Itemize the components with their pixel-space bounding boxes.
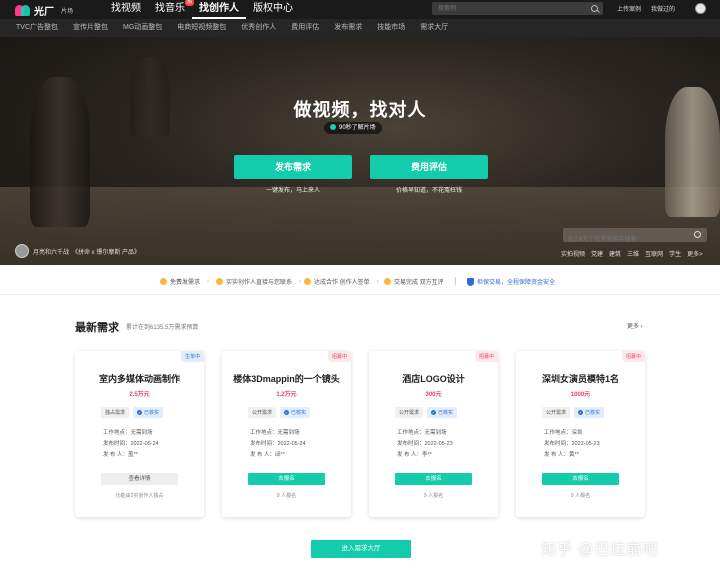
card-title: 酒店LOGO设计 (402, 374, 465, 384)
subnav-item-mg[interactable]: MG动画整包 (123, 19, 162, 37)
step-icon (384, 278, 391, 285)
status-badge: 招募中 (474, 351, 498, 362)
status-badge: 招募中 (621, 351, 645, 362)
subnav-item-ecommerce[interactable]: 电商短视频整包 (177, 19, 226, 37)
card-footer: 9 人报名 (276, 493, 297, 499)
subnav-item-promo[interactable]: 宣传片整包 (73, 19, 108, 37)
top-nav: 光厂 片场 找视频 找音乐热 找创作人 版权中心 上传案例 我做过的 (0, 0, 720, 19)
tag-architecture[interactable]: 建筑 (609, 249, 621, 258)
nav-item-copyright[interactable]: 版权中心 (246, 0, 300, 19)
tag-more[interactable]: 更多> (687, 249, 703, 258)
card-price: 1000元 (570, 392, 591, 398)
step-4: 交易完成 双方互评 (384, 277, 444, 286)
nav-item-videos[interactable]: 找视频 (104, 0, 148, 19)
logo-sub: 片场 (61, 9, 74, 15)
logo[interactable]: 光厂 片场 (15, 3, 73, 18)
case-search (563, 228, 707, 247)
top-links: 上传案例 我做过的 (617, 4, 675, 13)
subnav-item-creators[interactable]: 优秀创作人 (241, 19, 276, 37)
tag-live-action[interactable]: 实拍视频 (561, 249, 585, 258)
upload-case-link[interactable]: 上传案例 (617, 4, 641, 13)
tag-student[interactable]: 学生 (669, 249, 681, 258)
demand-card[interactable]: 生单中 室内多媒体动画制作 2.5万元 独占需求已核实 工作地点：无需到场发布时… (75, 351, 204, 517)
subnav-item-estimate[interactable]: 费用评估 (291, 19, 319, 37)
section-title: 最新需求 (75, 322, 119, 334)
card-footer: 9 人报名 (423, 493, 444, 499)
hero-credit[interactable]: 月亮和六千战 《拼命 x 镖尔摩斯 产品》 (15, 244, 140, 258)
top-search-input[interactable] (432, 2, 582, 16)
card-tags: 公开需求已核实 (395, 407, 458, 418)
step-icon (160, 278, 167, 285)
process-steps: 免费发需求 › 实实创作人直接与您联系 › 达成合作 创作人签单 › 交易完成 双方互… (0, 265, 720, 295)
search-icon[interactable] (591, 5, 598, 12)
more-link[interactable]: 更多 › (627, 321, 643, 330)
case-search-input[interactable] (563, 233, 688, 247)
status-badge: 生单中 (180, 351, 204, 362)
section-subtitle: 累计在到6135.5万需求预算 (126, 325, 199, 331)
view-details-button[interactable]: 查看详情 (101, 473, 178, 485)
card-title: 楼体3Dmappin的一个镜头 (233, 374, 340, 384)
subnav-item-hall[interactable]: 需求大厅 (420, 19, 448, 37)
nav-item-music[interactable]: 找音乐热 (148, 0, 194, 19)
signup-button[interactable]: 去报名 (542, 473, 619, 485)
hot-tags: 实拍视频 党建 建筑 三维 互联网 学生 更多> (561, 249, 703, 258)
publish-demand-button[interactable]: 发布需求 (234, 155, 352, 179)
card-tags: 公开需求已核实 (542, 407, 605, 418)
card-footer: 功能由2实创作人独占 (115, 493, 164, 499)
card-tags: 公开需求已核实 (248, 407, 311, 418)
subnav-item-publish[interactable]: 发布需求 (334, 19, 362, 37)
step-3: 达成合作 创作人签单 › (304, 277, 379, 286)
tag-internet[interactable]: 互联网 (645, 249, 663, 258)
step-2: 实实创作人直接与您联系 › (216, 277, 301, 286)
logo-icon (15, 5, 31, 16)
signup-button[interactable]: 去报名 (395, 473, 472, 485)
watermark: 知乎 @巴拉崩吧 (541, 541, 659, 558)
subnav-item-skills[interactable]: 技能市场 (377, 19, 405, 37)
step-icon (304, 278, 311, 285)
shield-icon (467, 277, 474, 286)
play-icon (330, 124, 336, 130)
divider (455, 277, 456, 285)
cost-estimate-button[interactable]: 费用评估 (370, 155, 488, 179)
card-info: 工作地点：无需到场 发布时间：2022-05-24 发 布 人：盖** (103, 430, 159, 458)
card-price: 300元 (425, 392, 442, 398)
intro-video-link[interactable]: 90秒了解片场 (324, 122, 382, 134)
demand-hall-button[interactable]: 进入需求大厅 (311, 540, 411, 558)
demand-card[interactable]: 招募中 酒店LOGO设计 300元 公开需求已核实 工作地点：无需到场发布时间：… (369, 351, 498, 517)
my-done-link[interactable]: 我做过的 (651, 4, 675, 13)
search-icon[interactable] (694, 231, 701, 238)
top-search (432, 2, 603, 16)
user-avatar[interactable] (695, 3, 706, 14)
creator-avatar (15, 244, 29, 258)
nav-item-creators[interactable]: 找创作人 (192, 0, 246, 19)
card-info: 工作地点：深圳 发布时间：2022-05-23 发 布 人：黄** (544, 430, 600, 458)
subnav-item-tvc[interactable]: TVC广告整包 (16, 19, 58, 37)
hero-title: 做视频，找对人 (293, 100, 427, 120)
card-title: 室内多媒体动画制作 (98, 374, 180, 384)
guarantee-link[interactable]: 担保交易，全程保障资金安全 (467, 277, 555, 286)
publish-subtext: 一键发布，马上来人 (265, 188, 320, 194)
card-price: 1.2万元 (276, 392, 297, 398)
card-price: 2.5万元 (129, 392, 150, 398)
step-icon (216, 278, 223, 285)
step-1: 免费发需求 › (160, 277, 209, 286)
estimate-subtext: 价格早知道，不花冤枉钱 (395, 188, 462, 194)
latest-demands-section: 最新需求 累计在到6135.5万需求预算 更多 › 生单中 室内多媒体动画制作 … (0, 295, 720, 581)
tag-party[interactable]: 党建 (591, 249, 603, 258)
card-tags: 独占需求已核实 (101, 407, 164, 418)
demand-card[interactable]: 招募中 楼体3Dmappin的一个镜头 1.2万元 公开需求已核实 工作地点：无… (222, 351, 351, 517)
card-title: 深圳女演员模特1名 (541, 374, 619, 384)
tag-3d[interactable]: 三维 (627, 249, 639, 258)
hero-banner: 做视频，找对人 90秒了解片场 发布需求 费用评估 一键发布，马上来人 价格早知… (0, 37, 720, 265)
card-info: 工作地点：无需到场 发布时间：2022-05-23 发 布 人：李** (397, 430, 453, 458)
logo-name: 光厂 (34, 7, 54, 18)
status-badge: 招募中 (327, 351, 351, 362)
card-footer: 9 人报名 (570, 493, 591, 499)
signup-button[interactable]: 去报名 (248, 473, 325, 485)
demand-card[interactable]: 招募中 深圳女演员模特1名 1000元 公开需求已核实 工作地点：深圳发布时间：… (516, 351, 645, 517)
card-info: 工作地点：无需到场 发布时间：2022-05-24 发 布 人：邱** (250, 430, 306, 458)
main-nav: 找视频 找音乐热 找创作人 版权中心 (104, 0, 300, 19)
sub-nav: TVC广告整包 宣传片整包 MG动画整包 电商短视频整包 优秀创作人 费用评估 … (0, 19, 720, 37)
